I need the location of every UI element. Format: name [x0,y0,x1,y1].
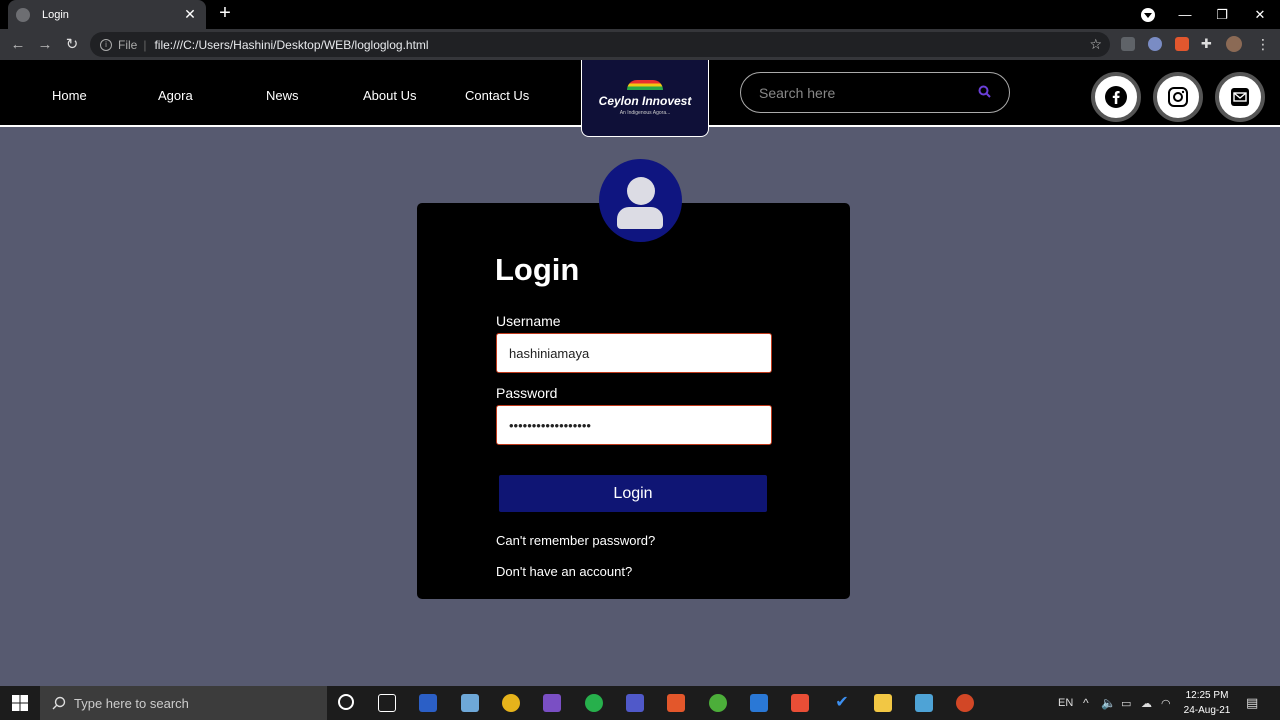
mail-icon[interactable] [1215,72,1265,122]
logo-title: Ceylon Innovest [598,94,692,108]
close-window-button[interactable]: ✕ [1242,0,1278,29]
extension-1-icon[interactable] [1121,37,1135,51]
wifi-icon[interactable]: ◠ [1161,686,1171,720]
whatsapp-icon[interactable] [585,694,603,712]
search-icon[interactable] [978,85,991,101]
nav-contact-us[interactable]: Contact Us [465,88,529,103]
logo-tagline: An Indigenous Agora... [619,110,671,116]
user-avatar[interactable] [1226,36,1242,52]
browser-toolbar: ← → ↻ i File | file:///C:/Users/Hashini/… [0,29,1280,60]
new-tab-button[interactable]: + [214,3,236,25]
powerpoint-icon[interactable] [956,694,974,712]
task-view-icon[interactable] [378,694,396,712]
facebook-icon[interactable] [1091,72,1141,122]
extensions-puzzle-icon[interactable]: ✚ [1201,37,1215,51]
url-separator: | [143,37,147,52]
nav-news[interactable]: News [266,88,299,103]
taskbar: ✔ EN ^ 🔈 ▭ ☁ ◠ 12:25 PM 24-Aug-21 ▤ [0,686,1280,720]
notifications-icon[interactable]: ▤ [1246,686,1258,720]
windows-logo-icon [12,695,28,711]
extension-2-icon[interactable] [1148,37,1162,51]
visual-studio-icon[interactable] [543,694,561,712]
extension-3-icon[interactable] [1175,37,1189,51]
utorrent-icon[interactable] [709,694,727,712]
browser-tab[interactable]: Login ✕ [8,0,206,29]
chrome-icon[interactable] [502,694,520,712]
username-input[interactable] [496,333,772,373]
url-scheme: File [118,37,138,52]
file-explorer-icon[interactable] [874,694,892,712]
logo-emblem-icon [627,80,663,90]
nav-agora[interactable]: Agora [158,88,193,103]
minimize-button[interactable]: — [1167,0,1203,29]
username-label: Username [496,313,561,329]
word-icon[interactable] [419,694,437,712]
back-button[interactable]: ← [7,34,29,56]
site-logo[interactable]: Ceylon Innovest An Indigenous Agora... [581,60,709,137]
reload-button[interactable]: ↻ [61,34,83,56]
nav-about-us[interactable]: About Us [363,88,416,103]
bookmark-star-icon[interactable]: ☆ [1089,36,1102,53]
address-bar[interactable]: i File | file:///C:/Users/Hashini/Deskto… [90,32,1110,57]
globe-icon [16,7,30,22]
search-input[interactable] [759,84,972,101]
teams-icon[interactable] [626,694,644,712]
language-indicator[interactable]: EN [1058,686,1073,720]
todo-icon[interactable]: ✔ [833,694,851,712]
tab-title: Login [42,8,69,21]
forward-button[interactable]: → [34,34,56,56]
browser-menu-icon[interactable]: ⋮ [1256,37,1270,51]
volume-icon[interactable]: 🔈 [1101,686,1116,720]
password-label: Password [496,385,558,401]
avatar-body [617,207,663,229]
avatar-head [627,177,655,205]
url-text[interactable]: file:///C:/Users/Hashini/Desktop/WEB/log… [154,38,1089,52]
password-input[interactable] [496,405,772,445]
battery-icon[interactable]: ▭ [1121,686,1131,720]
tray-chevron-icon[interactable]: ^ [1083,686,1089,720]
windows-start-button[interactable] [0,686,40,720]
profile-menu-icon[interactable] [1141,8,1155,22]
nav-home[interactable]: Home [52,88,87,103]
app-icon-4[interactable] [915,694,933,712]
instagram-icon[interactable] [1153,72,1203,122]
login-title: Login [495,252,580,287]
app-icon-3[interactable] [791,694,809,712]
clock-date: 24-Aug-21 [1183,705,1231,716]
user-avatar-icon [599,159,682,242]
cortana-icon[interactable] [338,694,354,710]
taskbar-search [40,686,327,720]
app-icon-2[interactable] [667,694,685,712]
restore-button[interactable]: ❐ [1204,0,1240,29]
site-header: Home Agora News About Us Contact Us Ceyl… [0,60,1280,137]
onedrive-icon[interactable]: ☁ [1141,686,1152,720]
search-icon [52,696,66,710]
css-icon[interactable] [750,694,768,712]
system-clock[interactable]: 12:25 PM 24-Aug-21 [1176,688,1238,718]
signup-link[interactable]: Don't have an account? [496,564,632,579]
browser-tab-bar: Login ✕ + — ❐ ✕ [0,0,1280,29]
site-search [740,72,1010,113]
clock-time: 12:25 PM [1185,690,1229,701]
close-tab-icon[interactable]: ✕ [182,6,198,23]
taskbar-search-input[interactable] [74,695,304,711]
forgot-password-link[interactable]: Can't remember password? [496,533,655,548]
app-icon-1[interactable] [461,694,479,712]
info-icon[interactable]: i [100,38,112,51]
login-button[interactable]: Login [499,475,767,512]
